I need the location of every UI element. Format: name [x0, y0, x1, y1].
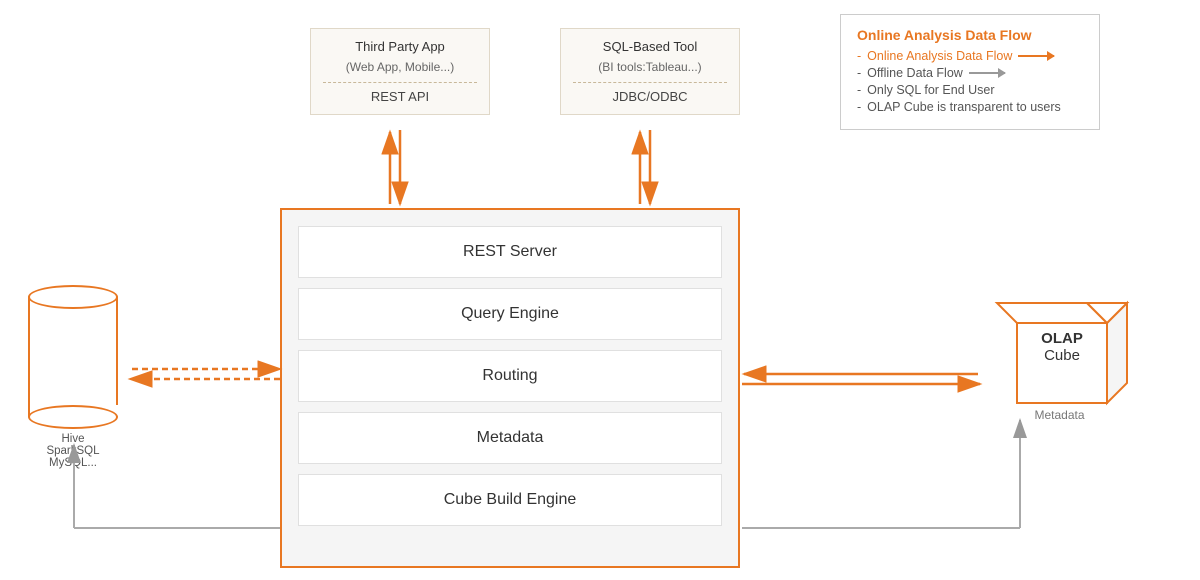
- olap-cube-label: OLAP Cube: [1017, 330, 1107, 364]
- sql-tool-api: JDBC/ODBC: [573, 89, 727, 104]
- third-party-api: REST API: [323, 89, 477, 104]
- routing-label: Routing: [482, 367, 537, 385]
- db-hive: Hive: [61, 433, 84, 445]
- legend-dash3: -: [857, 83, 861, 97]
- db-ellipse-top: [28, 285, 118, 309]
- legend-sql-item: - Only SQL for End User: [857, 83, 1083, 97]
- legend-online-flow: - Online Analysis Data Flow: [857, 49, 1083, 63]
- legend-sql-label: Only SQL for End User: [867, 83, 994, 97]
- legend-dash: -: [857, 49, 861, 63]
- routing-row: Routing: [298, 350, 722, 402]
- legend-dash4: -: [857, 100, 861, 114]
- rest-server-label: REST Server: [463, 243, 557, 261]
- query-engine-row: Query Engine: [298, 288, 722, 340]
- metadata-label: Metadata: [477, 429, 544, 447]
- third-party-box: Third Party App (Web App, Mobile...) RES…: [310, 28, 490, 115]
- sql-tool-box: SQL-Based Tool (BI tools:Tableau...) JDB…: [560, 28, 740, 115]
- metadata-row: Metadata: [298, 412, 722, 464]
- query-engine-label: Query Engine: [461, 305, 559, 323]
- legend-online-label: Online Analysis Data Flow: [867, 49, 1012, 63]
- legend-offline-flow: - Offline Data Flow: [857, 66, 1083, 80]
- cube-build-label: Cube Build Engine: [444, 491, 577, 509]
- rest-server-row: REST Server: [298, 226, 722, 278]
- legend-dash2: -: [857, 66, 861, 80]
- third-party-subtitle: (Web App, Mobile...): [323, 60, 477, 74]
- third-party-title: Third Party App: [323, 39, 477, 54]
- legend-offline-label: Offline Data Flow: [867, 66, 963, 80]
- legend-olap-label: OLAP Cube is transparent to users: [867, 100, 1061, 114]
- db-label-line1: Hive SparkSQL MySQL...: [28, 433, 118, 469]
- db-mysql: MySQL...: [49, 457, 97, 469]
- sql-tool-subtitle: (BI tools:Tableau...): [573, 60, 727, 74]
- db-body: [28, 297, 118, 417]
- gray-arrow-icon: [969, 72, 1005, 74]
- orange-arrow-icon: [1018, 55, 1054, 57]
- olap-line1: OLAP: [1017, 330, 1107, 347]
- database-cylinder: Hive SparkSQL MySQL...: [28, 285, 118, 469]
- third-party-divider: [323, 82, 477, 83]
- legend-box: Online Analysis Data Flow - Online Analy…: [840, 14, 1100, 130]
- main-engine-box: REST Server Query Engine Routing Metadat…: [280, 208, 740, 568]
- legend-title: Online Analysis Data Flow: [857, 27, 1083, 43]
- olap-line2: Cube: [1017, 347, 1107, 364]
- diagram-container: Online Analysis Data Flow - Online Analy…: [0, 0, 1200, 580]
- db-sparksql: SparkSQL: [46, 445, 99, 457]
- db-ellipse-bottom: [28, 405, 118, 429]
- legend-olap-item: - OLAP Cube is transparent to users: [857, 100, 1083, 114]
- sql-tool-title: SQL-Based Tool: [573, 39, 727, 54]
- cube-build-engine-row: Cube Build Engine: [298, 474, 722, 526]
- olap-cube-container: OLAP Cube Metadata: [987, 268, 1132, 422]
- sql-tool-divider: [573, 82, 727, 83]
